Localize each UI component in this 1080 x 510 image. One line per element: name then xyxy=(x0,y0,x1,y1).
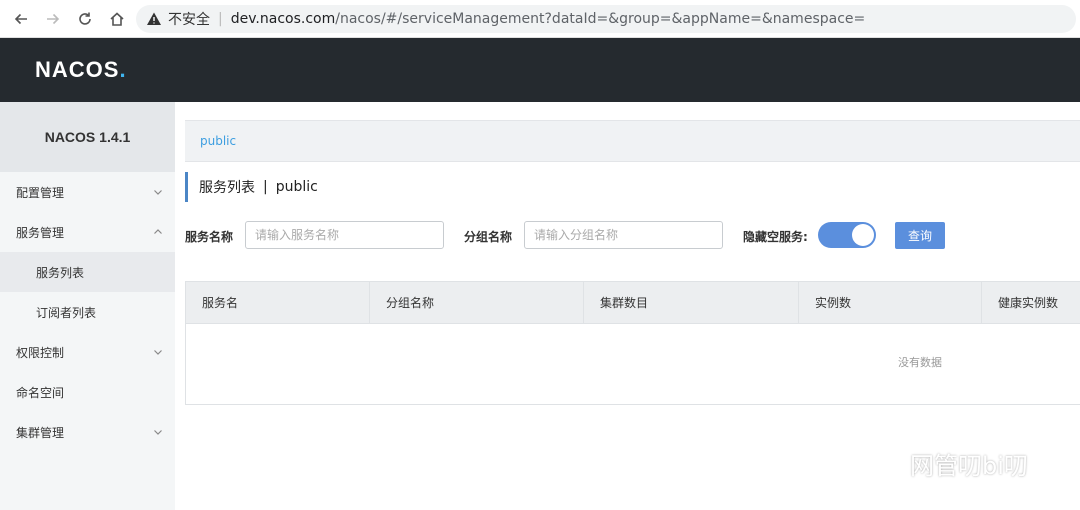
filter-bar: 服务名称 分组名称 隐藏空服务: 查询 xyxy=(185,221,1080,251)
watermark: 网管叨bi叨 xyxy=(860,446,1028,480)
sidebar-item-subscriber-list[interactable]: 订阅者列表 xyxy=(0,292,175,332)
service-name-label: 服务名称 xyxy=(185,230,234,244)
chevron-up-icon xyxy=(154,229,162,234)
service-table: 服务名 分组名称 集群数目 实例数 健康实例数 没有数据 xyxy=(185,281,1080,405)
sidebar-item-auth[interactable]: 权限控制 xyxy=(0,332,175,372)
nacos-logo[interactable]: NACOS. xyxy=(35,57,127,83)
home-icon[interactable] xyxy=(106,8,128,30)
sidebar-item-namespace[interactable]: 命名空间 xyxy=(0,372,175,412)
hide-empty-toggle[interactable] xyxy=(818,222,876,248)
namespace-link-public[interactable]: public xyxy=(200,134,236,148)
query-button[interactable]: 查询 xyxy=(895,222,945,249)
page-title: 服务列表 | public xyxy=(185,172,318,202)
group-name-input[interactable] xyxy=(524,221,723,249)
column-cluster-count[interactable]: 集群数目 xyxy=(584,282,799,323)
hide-empty-label: 隐藏空服务: xyxy=(743,230,808,244)
browser-toolbar: 不安全 | dev.nacos.com/nacos/#/serviceManag… xyxy=(0,0,1080,38)
address-separator: | xyxy=(218,11,223,27)
sidebar-item-service-list[interactable]: 服务列表 xyxy=(0,252,175,292)
url-host: dev.nacos.com xyxy=(230,11,336,27)
sidebar: NACOS 1.4.1 配置管理 服务管理 服务列表 订阅者列表 权限控制 命名… xyxy=(0,102,175,510)
wechat-icon xyxy=(862,448,902,477)
forward-arrow-icon[interactable] xyxy=(42,8,64,30)
warning-icon xyxy=(147,12,161,25)
service-name-input[interactable] xyxy=(245,221,444,249)
namespace-bar: public xyxy=(185,120,1080,162)
toggle-knob xyxy=(852,224,874,246)
column-instance-count[interactable]: 实例数 xyxy=(799,282,982,323)
back-arrow-icon[interactable] xyxy=(10,8,32,30)
sidebar-item-cluster[interactable]: 集群管理 xyxy=(0,412,175,452)
reload-icon[interactable] xyxy=(74,8,96,30)
insecure-label: 不安全 xyxy=(168,12,210,28)
sidebar-item-config[interactable]: 配置管理 xyxy=(0,172,175,212)
chevron-down-icon xyxy=(154,430,162,435)
app-header: NACOS. xyxy=(0,38,1080,102)
column-group-name[interactable]: 分组名称 xyxy=(370,282,584,323)
table-header: 服务名 分组名称 集群数目 实例数 健康实例数 xyxy=(186,282,1080,324)
column-healthy-instance-count[interactable]: 健康实例数 xyxy=(982,282,1080,323)
sidebar-title: NACOS 1.4.1 xyxy=(0,102,175,172)
sidebar-item-service[interactable]: 服务管理 xyxy=(0,212,175,252)
url-path: /nacos/#/serviceManagement?dataId=&group… xyxy=(335,11,866,27)
chevron-down-icon xyxy=(154,350,162,355)
address-bar[interactable]: 不安全 | dev.nacos.com/nacos/#/serviceManag… xyxy=(136,5,1076,33)
group-name-label: 分组名称 xyxy=(464,230,513,244)
watermark-text: 网管叨bi叨 xyxy=(910,451,1028,480)
column-service-name[interactable]: 服务名 xyxy=(186,282,370,323)
chevron-down-icon xyxy=(154,190,162,195)
empty-table-message: 没有数据 xyxy=(898,356,942,369)
